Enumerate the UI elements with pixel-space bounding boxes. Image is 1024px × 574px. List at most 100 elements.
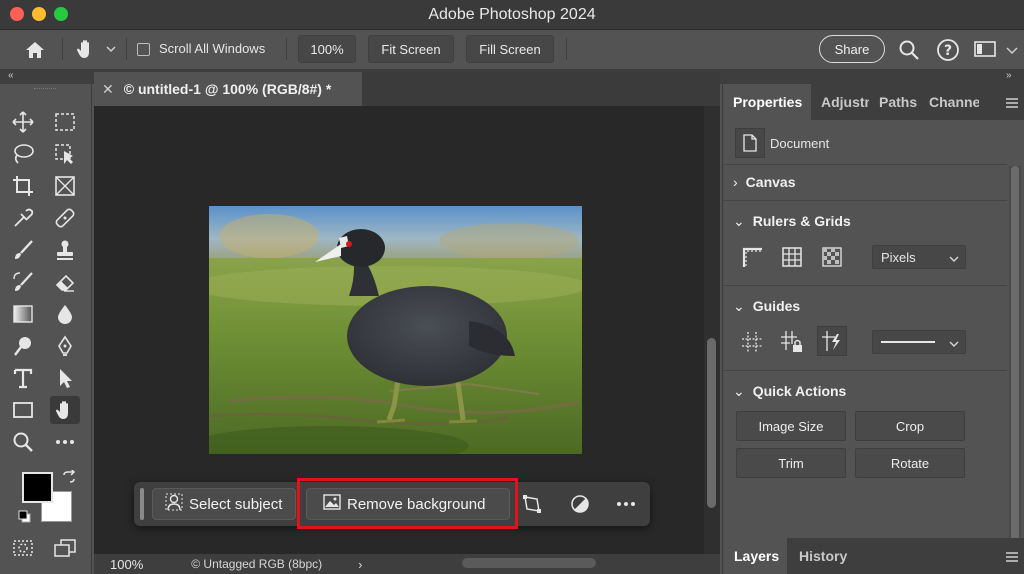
crop-tool-icon[interactable] xyxy=(8,172,38,200)
guide-style-dropdown[interactable] xyxy=(872,330,966,354)
tab-adjustments[interactable]: Adjustm xyxy=(821,94,869,110)
separator xyxy=(126,38,127,60)
status-bar: 100% © Untagged RGB (8bpc) › xyxy=(94,554,720,574)
rulers-icon[interactable] xyxy=(737,242,767,272)
share-button[interactable]: Share xyxy=(819,35,885,63)
image-size-button[interactable]: Image Size xyxy=(736,411,846,441)
tab-paths[interactable]: Paths xyxy=(879,94,917,110)
pen-tool-icon[interactable] xyxy=(50,332,80,360)
trim-button[interactable]: Trim xyxy=(736,448,846,478)
task-bar-grip[interactable] xyxy=(140,488,144,520)
divider xyxy=(723,370,1007,371)
canvas-section-header[interactable]: › Canvas xyxy=(723,174,1007,190)
divider xyxy=(723,200,1007,201)
fill-screen-button[interactable]: Fill Screen xyxy=(466,35,554,63)
crop-button[interactable]: Crop xyxy=(855,411,965,441)
screen-mode-icon[interactable] xyxy=(50,534,80,562)
guides-show-icon[interactable] xyxy=(737,327,767,357)
scroll-all-windows-checkbox[interactable] xyxy=(137,43,150,56)
brush-tool-icon[interactable] xyxy=(8,236,38,264)
select-subject-button[interactable]: Select subject xyxy=(152,488,296,520)
collapse-left-icon[interactable]: « xyxy=(8,70,14,81)
rulers-grids-section-header[interactable]: ⌄ Rulers & Grids xyxy=(723,213,1007,230)
adjustment-icon[interactable] xyxy=(570,494,590,519)
units-dropdown[interactable]: Pixels xyxy=(872,245,966,269)
chevron-down-icon: ⌄ xyxy=(733,298,745,314)
tools-panel xyxy=(0,84,92,574)
frame-tool-icon[interactable] xyxy=(50,172,80,200)
toolbar-grip[interactable] xyxy=(34,88,56,91)
workspace-icon[interactable] xyxy=(974,40,996,63)
chevron-down-icon[interactable] xyxy=(1006,43,1018,61)
window-controls xyxy=(10,7,68,21)
guides-section-header[interactable]: ⌄ Guides xyxy=(723,298,1007,315)
quick-actions-section-header[interactable]: ⌄ Quick Actions xyxy=(723,383,1007,400)
eyedropper-tool-icon[interactable] xyxy=(8,204,38,232)
swap-colors-icon[interactable] xyxy=(62,468,76,489)
minimize-window-button[interactable] xyxy=(32,7,46,21)
foreground-color-swatch[interactable] xyxy=(22,472,53,503)
search-icon[interactable] xyxy=(898,39,920,66)
tab-layers[interactable]: Layers xyxy=(734,548,779,564)
tab-properties[interactable]: Properties xyxy=(733,94,802,110)
select-subject-label: Select subject xyxy=(189,495,283,513)
home-icon[interactable] xyxy=(24,40,46,65)
properties-panel: Properties Adjustm Paths Channe Document… xyxy=(722,84,1024,574)
marquee-tool-icon[interactable] xyxy=(50,108,80,136)
rulers-grids-label: Rulers & Grids xyxy=(752,213,851,229)
canvas-image-coot[interactable] xyxy=(209,206,582,454)
transform-icon[interactable] xyxy=(522,494,542,519)
horizontal-scrollbar-thumb[interactable] xyxy=(462,558,596,568)
chevron-down-icon: ⌄ xyxy=(733,213,745,229)
pixel-grid-icon[interactable] xyxy=(817,242,847,272)
zoom-100-button[interactable]: 100% xyxy=(298,35,356,63)
tab-untitled-1[interactable]: ✕ © untitled-1 @ 100% (RGB/8#) * xyxy=(94,72,362,106)
quick-mask-icon[interactable] xyxy=(8,534,38,562)
type-tool-icon[interactable] xyxy=(8,364,38,392)
more-options-icon[interactable] xyxy=(616,494,636,519)
panel-menu-icon[interactable] xyxy=(1005,550,1019,566)
tab-channels[interactable]: Channe xyxy=(929,94,979,110)
scrollbar-thumb[interactable] xyxy=(707,338,716,508)
move-tool-icon[interactable] xyxy=(8,108,38,136)
panel-menu-icon[interactable] xyxy=(1005,96,1019,112)
dodge-tool-icon[interactable] xyxy=(8,332,38,360)
rotate-button[interactable]: Rotate xyxy=(855,448,965,478)
chevron-right-icon: › xyxy=(733,174,738,190)
separator xyxy=(566,38,567,60)
lasso-tool-icon[interactable] xyxy=(8,140,38,168)
zoom-tool-icon[interactable] xyxy=(8,428,38,456)
healing-brush-tool-icon[interactable] xyxy=(50,204,80,232)
blur-tool-icon[interactable] xyxy=(50,300,80,328)
separator xyxy=(286,38,287,60)
gradient-tool-icon[interactable] xyxy=(8,300,38,328)
chevron-down-icon xyxy=(949,251,959,266)
close-window-button[interactable] xyxy=(10,7,24,21)
tab-history[interactable]: History xyxy=(799,548,847,564)
fit-screen-button[interactable]: Fit Screen xyxy=(368,35,454,63)
rectangle-tool-icon[interactable] xyxy=(8,396,38,424)
smart-guides-icon[interactable] xyxy=(817,326,847,356)
panel-scrollbar-thumb[interactable] xyxy=(1011,166,1019,546)
maximize-window-button[interactable] xyxy=(54,7,68,21)
more-tools-icon[interactable] xyxy=(50,428,80,456)
hand-tool-preset-icon[interactable] xyxy=(76,38,116,65)
eraser-tool-icon[interactable] xyxy=(50,268,80,296)
zoom-level[interactable]: 100% xyxy=(110,557,143,572)
object-selection-tool-icon[interactable] xyxy=(50,140,80,168)
clone-stamp-tool-icon[interactable] xyxy=(50,236,80,264)
close-icon[interactable]: ✕ xyxy=(102,81,114,98)
panel-scrollbar[interactable] xyxy=(1009,166,1021,556)
help-icon[interactable]: ? xyxy=(936,38,960,67)
canvas-vertical-scrollbar[interactable] xyxy=(704,106,720,554)
lock-guides-icon[interactable] xyxy=(777,327,807,357)
document-icon xyxy=(735,128,765,158)
grid-icon[interactable] xyxy=(777,242,807,272)
path-selection-tool-icon[interactable] xyxy=(50,364,80,392)
history-brush-tool-icon[interactable] xyxy=(8,268,38,296)
default-colors-icon[interactable] xyxy=(18,510,32,529)
hand-tool-icon[interactable] xyxy=(50,396,80,424)
collapse-right-icon[interactable]: » xyxy=(1006,70,1012,81)
chevron-right-icon[interactable]: › xyxy=(358,557,362,572)
canvas-section-label: Canvas xyxy=(745,174,796,190)
